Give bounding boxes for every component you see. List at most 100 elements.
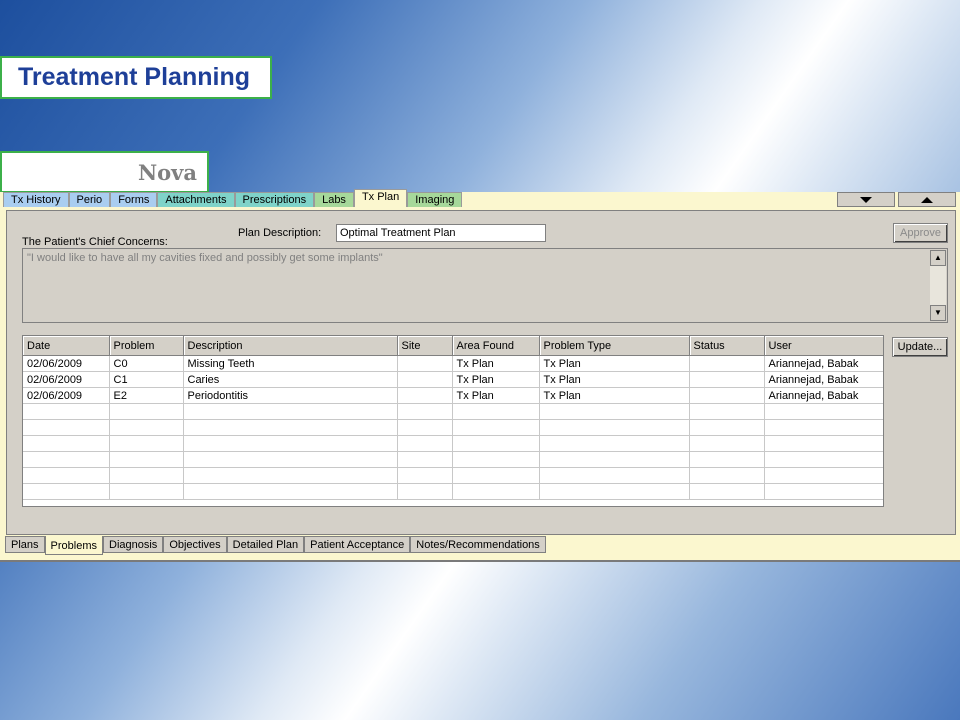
plan-description-input[interactable] (336, 224, 546, 242)
table-row[interactable]: 02/06/2009 E2 Periodontitis Tx Plan Tx Plan A… (23, 387, 883, 404)
table-cell (764, 403, 883, 420)
table-cell (689, 355, 765, 372)
triangle-up-icon (921, 196, 933, 203)
table-row[interactable] (23, 419, 883, 436)
table-cell (23, 435, 110, 452)
table-cell: Caries (183, 371, 398, 388)
table-cell (539, 419, 690, 436)
column-header-area-found[interactable]: Area Found (452, 336, 540, 356)
table-cell (109, 419, 184, 436)
table-row[interactable] (23, 483, 883, 500)
table-cell: Tx Plan (539, 371, 690, 388)
tab-attachments[interactable]: Attachments (157, 192, 235, 207)
table-cell: Ariannejad, Babak (764, 371, 883, 388)
column-header-site[interactable]: Site (397, 336, 453, 356)
table-cell (397, 403, 453, 420)
bottom-tab-detailed-plan[interactable]: Detailed Plan (226, 536, 305, 553)
tab-tx-history[interactable]: Tx History (3, 192, 69, 207)
table-row[interactable] (23, 467, 883, 484)
table-row[interactable] (23, 435, 883, 452)
scroll-up-arrow-icon[interactable]: ▲ (930, 250, 946, 266)
column-header-description[interactable]: Description (183, 336, 398, 356)
table-cell (23, 483, 110, 500)
table-cell: Missing Teeth (183, 355, 398, 372)
treatment-plan-window: Tx History Perio Forms Attachments Prescript… (0, 189, 960, 562)
table-cell: Tx Plan (539, 387, 690, 404)
table-cell (183, 403, 398, 420)
tab-labs[interactable]: Labs (314, 192, 354, 207)
table-cell (397, 419, 453, 436)
tab-perio[interactable]: Perio (68, 192, 111, 207)
bottom-tab-diagnosis[interactable]: Diagnosis (103, 536, 164, 553)
table-cell: Tx Plan (452, 371, 540, 388)
table-cell: Tx Plan (452, 387, 540, 404)
slide-title: Treatment Planning (0, 56, 272, 99)
table-cell (183, 483, 398, 500)
table-cell (689, 371, 765, 388)
table-cell (109, 483, 184, 500)
bottom-tab-bar: Plans Problems Diagnosis Objectives Detailed… (5, 536, 546, 555)
table-cell (23, 467, 110, 484)
table-cell (397, 435, 453, 452)
bottom-tab-notes-recommendations[interactable]: Notes/Recommendations (410, 536, 546, 553)
table-row[interactable]: 02/06/2009 C0 Missing Teeth Tx Plan Tx Plan A… (23, 355, 883, 372)
table-cell (23, 403, 110, 420)
column-header-problem-type[interactable]: Problem Type (539, 336, 690, 356)
tab-prescriptions[interactable]: Prescriptions (234, 192, 315, 207)
table-cell (689, 483, 765, 500)
table-cell (689, 419, 765, 436)
table-cell (109, 451, 184, 468)
table-row[interactable]: 02/06/2009 C1 Caries Tx Plan Tx Plan Ariannej… (23, 371, 883, 388)
table-cell (764, 451, 883, 468)
table-cell (452, 451, 540, 468)
scroll-up-button[interactable] (898, 192, 956, 207)
column-header-date[interactable]: Date (23, 336, 110, 356)
bottom-tab-patient-acceptance[interactable]: Patient Acceptance (304, 536, 411, 553)
table-row[interactable] (23, 403, 883, 420)
scroll-down-arrow-icon[interactable]: ▼ (930, 305, 946, 321)
bottom-tab-objectives[interactable]: Objectives (163, 536, 227, 553)
approve-button[interactable]: Approve (893, 223, 948, 243)
table-cell: Ariannejad, Babak (764, 355, 883, 372)
column-header-user[interactable]: User (764, 336, 883, 356)
table-cell (539, 467, 690, 484)
table-cell (397, 451, 453, 468)
table-cell (109, 403, 184, 420)
table-cell (109, 467, 184, 484)
table-cell (764, 483, 883, 500)
table-cell (689, 403, 765, 420)
column-header-problem[interactable]: Problem (109, 336, 184, 356)
concerns-scrollbar[interactable]: ▲ ▼ (930, 250, 946, 321)
table-cell (764, 419, 883, 436)
tab-forms[interactable]: Forms (110, 192, 158, 207)
table-cell: Periodontitis (183, 387, 398, 404)
table-cell (109, 435, 184, 452)
chief-concerns-label: The Patient's Chief Concerns: (22, 236, 168, 248)
table-cell (689, 435, 765, 452)
problems-grid: Date Problem Description Site Area Found Prob… (22, 335, 884, 507)
table-cell (539, 435, 690, 452)
tab-imaging[interactable]: Imaging (407, 192, 463, 207)
table-cell: Tx Plan (452, 355, 540, 372)
top-tab-bar: Tx History Perio Forms Attachments Prescript… (3, 189, 463, 208)
table-cell (183, 435, 398, 452)
column-header-status[interactable]: Status (689, 336, 765, 356)
table-cell (183, 419, 398, 436)
table-cell (764, 435, 883, 452)
scroll-down-button[interactable] (837, 192, 895, 207)
table-cell (689, 387, 765, 404)
table-row[interactable] (23, 451, 883, 468)
tab-tx-plan[interactable]: Tx Plan (353, 189, 408, 207)
table-cell: Tx Plan (539, 355, 690, 372)
table-cell (397, 483, 453, 500)
bottom-tab-problems[interactable]: Problems (44, 536, 103, 555)
update-button[interactable]: Update... (892, 337, 948, 357)
table-cell (183, 467, 398, 484)
table-cell: C1 (109, 371, 184, 388)
chief-concerns-box[interactable]: "I would like to have all my cavities fi… (22, 248, 948, 323)
table-cell (452, 435, 540, 452)
bottom-tab-plans[interactable]: Plans (5, 536, 45, 553)
table-cell (539, 451, 690, 468)
table-cell (764, 467, 883, 484)
chief-concerns-text: "I would like to have all my cavities fi… (27, 252, 383, 264)
